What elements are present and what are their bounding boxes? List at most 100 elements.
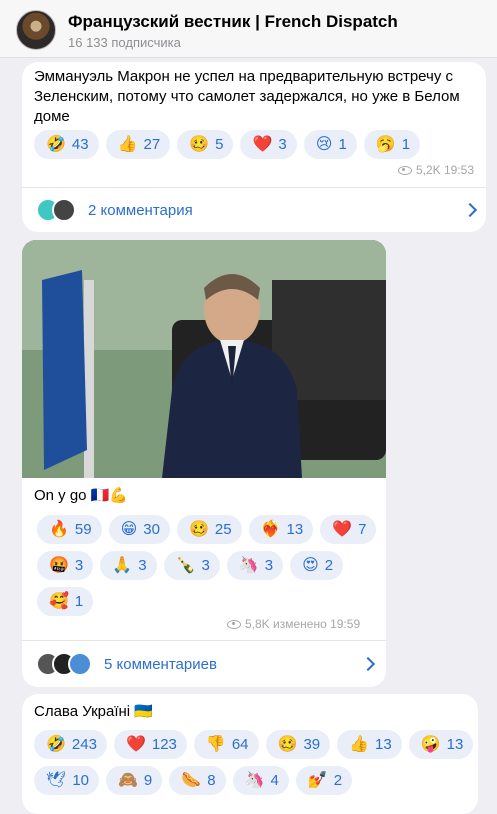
reaction-count: 4 [270,772,279,789]
commenter-avatars [36,198,76,222]
reaction-emoji-icon: 👎 [205,735,226,753]
comments-label: 5 комментариев [104,655,217,673]
reaction-emoji-icon: 🦄 [238,556,259,574]
reaction-emoji-icon: 🦄 [244,771,265,789]
reaction-emoji-icon: ❤️ [252,135,273,153]
reaction-button[interactable]: 👎 64 [193,730,259,759]
reaction-button[interactable]: 🔥 59 [37,515,102,544]
reaction-button[interactable]: 👍 13 [337,730,402,759]
avatar [52,198,76,222]
reaction-emoji-icon: 🥱 [375,135,396,153]
reaction-emoji-icon: 🙏 [112,556,133,574]
reaction-count: 13 [286,521,304,538]
reaction-count: 10 [72,772,89,789]
commenter-avatars [36,652,92,676]
comments-button-1[interactable]: 2 комментария [36,198,193,222]
subscriber-count: 16 133 подписчика [68,35,181,50]
reaction-count: 3 [278,136,287,153]
reaction-button[interactable]: ❤️‍🔥 13 [248,515,314,544]
reaction-button[interactable]: ❤️ 3 [240,130,297,159]
reaction-button[interactable]: 🙈 9 [106,766,163,795]
reaction-button[interactable]: 🦄 3 [226,551,284,580]
divider [22,640,386,641]
reaction-button[interactable]: 🙏 3 [100,551,157,580]
reaction-emoji-icon: 🌭 [181,771,202,789]
reaction-emoji-icon: 🥰 [49,592,69,610]
divider [22,187,486,188]
reaction-button[interactable]: 🤪 13 [408,730,474,759]
channel-title: Французский вестник | French Dispatch [68,12,398,31]
reaction-button[interactable]: ❤️ 7 [320,515,377,544]
reaction-count: 39 [303,736,321,753]
reaction-button[interactable]: 🥴 25 [176,515,242,544]
reaction-emoji-icon: 😁 [120,520,138,538]
reaction-count: 1 [74,593,84,610]
message-text-3: Слава Україні 🇺🇦 [34,703,153,720]
reactions-3: 🤣 243 ❤️ 123 👎 64 🥴 39 👍 13 🤪 13 🕊 10 🙈 9 🌭 8 🦄 4 💅 2 [34,730,474,795]
reaction-count: 1 [401,136,411,153]
reaction-emoji-icon: 🤣 [46,735,66,753]
reaction-count: 1 [338,136,347,153]
reaction-button[interactable]: 🥴 39 [265,730,331,759]
reaction-button[interactable]: 👍 27 [105,130,171,159]
reaction-emoji-icon: 💅 [307,771,328,789]
reaction-count: 3 [264,557,274,574]
reaction-count: 27 [143,136,161,153]
comments-button-2[interactable]: 5 комментариев [36,652,217,676]
reaction-count: 2 [324,557,334,574]
reaction-emoji-icon: 🔥 [49,520,69,538]
avatar [68,652,92,676]
reaction-count: 9 [143,772,153,789]
reaction-button[interactable]: 🥰 1 [37,587,94,616]
reaction-emoji-icon: 👍 [349,735,370,753]
reaction-count: 30 [143,521,160,538]
reaction-count: 2 [333,772,343,789]
reaction-count: 3 [138,557,147,574]
reaction-count: 123 [151,736,177,753]
reaction-count: 64 [231,736,249,753]
reaction-button[interactable]: 💅 2 [295,766,353,795]
reaction-emoji-icon: 🤣 [46,135,66,153]
channel-avatar[interactable] [16,10,56,50]
reaction-count: 43 [71,136,89,153]
reaction-count: 25 [214,521,232,538]
reaction-emoji-icon: 🥴 [188,520,209,538]
reaction-count: 13 [446,736,464,753]
reaction-button[interactable]: 🥴 5 [177,130,234,159]
reaction-emoji-icon: 😍 [302,556,319,574]
comments-label: 2 комментария [88,201,193,219]
reaction-emoji-icon: 👍 [117,135,138,153]
reaction-button[interactable]: 🌭 8 [169,766,226,795]
reaction-button[interactable]: ❤️ 123 [113,730,187,759]
reaction-count: 7 [358,521,367,538]
message-text-1: Эммануэль Макрон не успел на предварител… [34,68,460,125]
channel-header[interactable]: Французский вестник | French Dispatch 16… [0,0,497,58]
message-text-2: On y go 🇫🇷💪 [34,487,129,504]
reactions-1: 🤣 43 👍 27 🥴 5 ❤️ 3 😢 1 🥱 1 [34,130,474,159]
reaction-button[interactable]: 🤣 43 [34,130,99,159]
reaction-count: 3 [74,557,84,574]
reaction-count: 5 [215,136,224,153]
reaction-button[interactable]: 🍾 3 [163,551,220,580]
reaction-button[interactable]: 🤬 3 [37,551,94,580]
reaction-count: 3 [201,557,210,574]
message-photo[interactable] [22,240,386,478]
reaction-button[interactable]: 🦄 4 [232,766,289,795]
reaction-emoji-icon: 🥴 [189,135,210,153]
reaction-emoji-icon: 😢 [315,135,333,153]
reaction-emoji-icon: ❤️‍🔥 [260,520,281,538]
reaction-emoji-icon: 🍾 [175,556,196,574]
reaction-button[interactable]: 🤣 243 [34,730,107,759]
reaction-button[interactable]: 😍 2 [290,551,344,580]
views-icon [227,619,241,629]
reaction-button[interactable]: 😢 1 [303,130,357,159]
photo-graphic [22,240,386,478]
reaction-count: 13 [375,736,392,753]
reaction-button[interactable]: 😁 30 [108,515,170,544]
reaction-button[interactable]: 🥱 1 [363,130,421,159]
reaction-button[interactable]: 🕊 10 [34,766,99,795]
reaction-count: 243 [71,736,97,753]
reaction-emoji-icon: 🙈 [118,771,138,789]
reaction-count: 8 [207,772,216,789]
message-meta-1: 5,2K 19:53 [397,163,474,177]
